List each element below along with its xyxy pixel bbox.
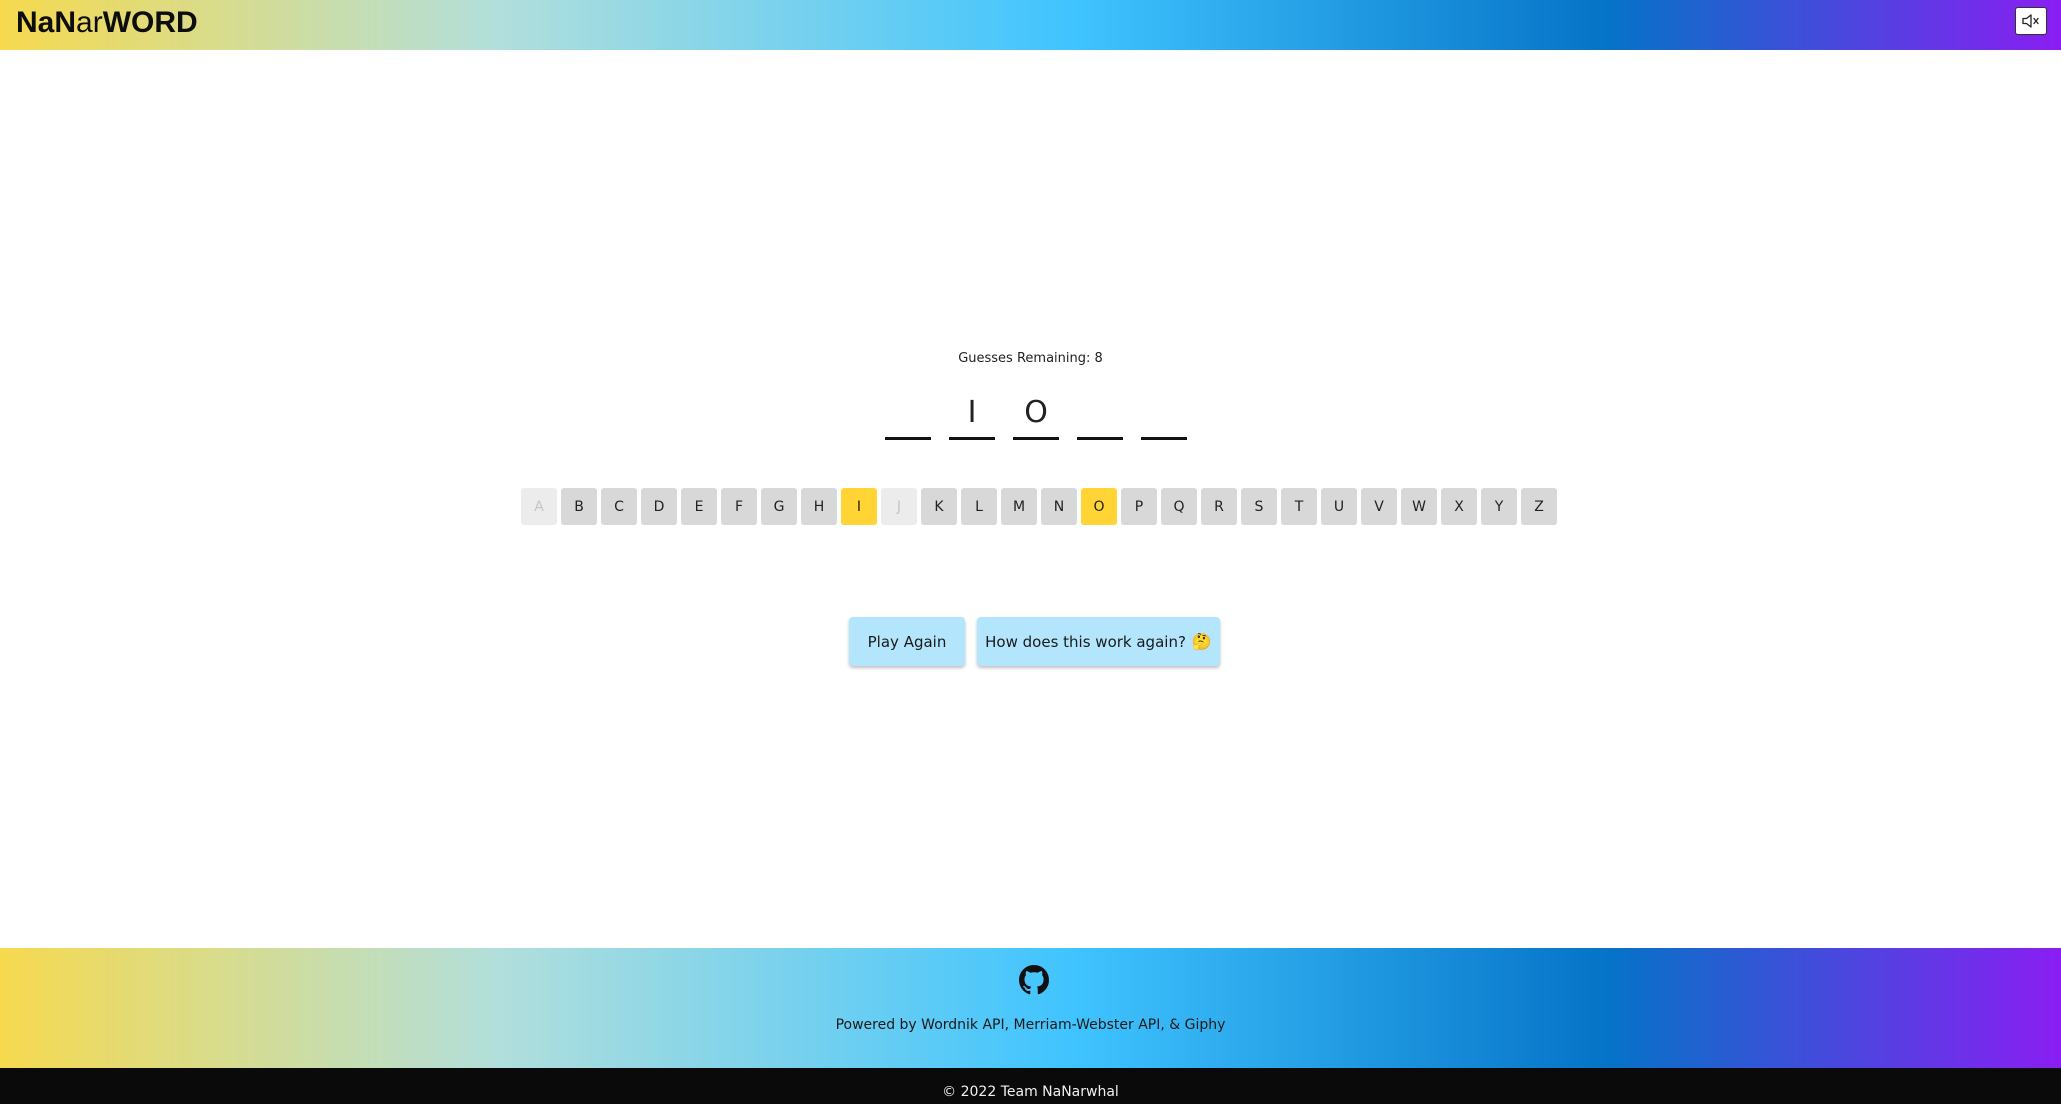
letter-key-u[interactable]: U xyxy=(1321,488,1357,525)
copyright-text: © 2022 Team NaNarwhal xyxy=(942,1084,1119,1100)
letter-key-d[interactable]: D xyxy=(641,488,677,525)
letter-key-i: I xyxy=(841,488,877,525)
letter-slot xyxy=(1077,392,1123,440)
mute-button[interactable] xyxy=(2015,7,2047,35)
letter-key-x[interactable]: X xyxy=(1441,488,1477,525)
logo-part-ar: ar xyxy=(76,6,103,39)
github-icon[interactable] xyxy=(1019,965,1049,995)
letter-key-q[interactable]: Q xyxy=(1161,488,1197,525)
guesses-remaining: Guesses Remaining: 8 xyxy=(958,351,1103,366)
letter-key-t[interactable]: T xyxy=(1281,488,1317,525)
letter-key-k[interactable]: K xyxy=(921,488,957,525)
letter-key-p[interactable]: P xyxy=(1121,488,1157,525)
letter-slot xyxy=(885,392,931,440)
speaker-muted-icon xyxy=(2022,14,2039,28)
logo[interactable]: NaNarWORD xyxy=(16,6,198,40)
word-display: IO xyxy=(885,392,1187,440)
letter-key-h[interactable]: H xyxy=(801,488,837,525)
letter-keyboard: ABCDEFGHIJKLMNOPQRSTUVWXYZ xyxy=(521,488,1557,525)
letter-key-g[interactable]: G xyxy=(761,488,797,525)
how-it-works-button[interactable]: How does this work again? 🤔 xyxy=(977,617,1220,666)
letter-key-v[interactable]: V xyxy=(1361,488,1397,525)
letter-slot: I xyxy=(949,392,995,440)
letter-key-l[interactable]: L xyxy=(961,488,997,525)
letter-key-y[interactable]: Y xyxy=(1481,488,1517,525)
letter-key-m[interactable]: M xyxy=(1001,488,1037,525)
letter-key-e[interactable]: E xyxy=(681,488,717,525)
play-again-label: Play Again xyxy=(867,632,947,651)
powered-by-text: Powered by Wordnik API, Merriam-Webster … xyxy=(835,1017,1226,1033)
letter-key-a: A xyxy=(521,488,557,525)
letter-key-c[interactable]: C xyxy=(601,488,637,525)
letter-key-n[interactable]: N xyxy=(1041,488,1077,525)
how-it-works-label: How does this work again? xyxy=(985,632,1186,651)
letter-slot xyxy=(1141,392,1187,440)
letter-key-z[interactable]: Z xyxy=(1521,488,1557,525)
header-bar: NaNarWORD xyxy=(0,0,2061,50)
letter-slot: O xyxy=(1013,392,1059,440)
thinking-face-icon: 🤔 xyxy=(1191,632,1212,651)
letter-key-j: J xyxy=(881,488,917,525)
play-again-button[interactable]: Play Again xyxy=(849,617,965,666)
letter-key-o: O xyxy=(1081,488,1117,525)
letter-key-r[interactable]: R xyxy=(1201,488,1237,525)
letter-key-s[interactable]: S xyxy=(1241,488,1277,525)
logo-part-nan: NaN xyxy=(16,6,77,39)
letter-key-b[interactable]: B xyxy=(561,488,597,525)
logo-part-word: WORD xyxy=(102,6,198,39)
letter-key-f[interactable]: F xyxy=(721,488,757,525)
letter-key-w[interactable]: W xyxy=(1401,488,1437,525)
